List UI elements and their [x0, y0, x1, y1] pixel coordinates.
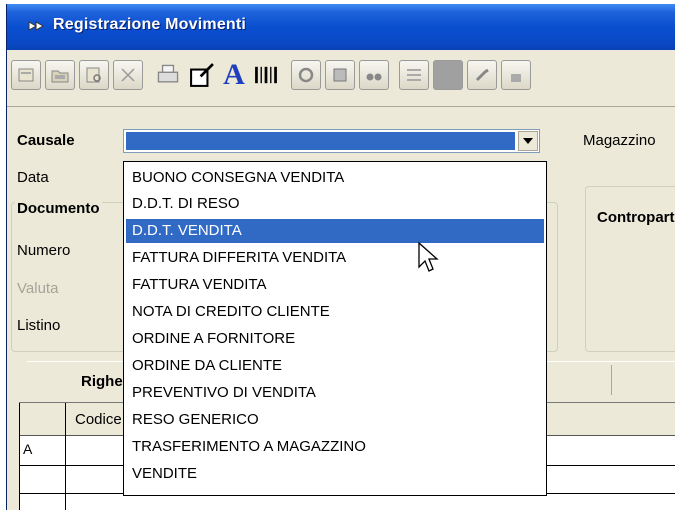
- listino-label: Listino: [17, 317, 61, 334]
- toolbar-divider: [7, 106, 675, 107]
- chevron-down-icon[interactable]: [518, 131, 538, 151]
- numero-label: Numero: [17, 242, 71, 259]
- dropdown-option[interactable]: FATTURA DIFFERITA VENDITA: [126, 246, 544, 270]
- tab-divider: [611, 365, 612, 395]
- causale-label: Causale: [17, 132, 75, 149]
- font-glyph: A: [223, 58, 245, 91]
- grid-column-codice: Codice: [75, 411, 122, 428]
- edit-icon[interactable]: [187, 60, 217, 90]
- magazzino-label: Magazzino: [583, 132, 656, 149]
- causale-dropdown-list[interactable]: BUONO CONSEGNA VENDITA D.D.T. DI RESO D.…: [123, 161, 547, 496]
- lock-icon[interactable]: [501, 60, 531, 90]
- mouse-cursor-icon: [417, 241, 441, 275]
- barcode-icon[interactable]: [251, 60, 281, 90]
- valuta-label: Valuta: [17, 280, 59, 297]
- documento-group-label: Documento: [15, 200, 102, 217]
- dropdown-option[interactable]: ORDINE A FORNITORE: [126, 327, 544, 351]
- new-doc-icon[interactable]: [11, 60, 41, 90]
- binoculars-icon[interactable]: [359, 60, 389, 90]
- list-icon[interactable]: [399, 60, 429, 90]
- causale-combo[interactable]: [123, 129, 540, 153]
- dropdown-option-highlighted[interactable]: D.D.T. VENDITA: [126, 219, 544, 243]
- dropdown-option[interactable]: FATTURA VENDITA: [126, 273, 544, 297]
- dropdown-option[interactable]: TRASFERIMENTO A MAGAZZINO: [126, 435, 544, 459]
- find-doc-icon[interactable]: [79, 60, 109, 90]
- hammer-icon[interactable]: [467, 60, 497, 90]
- refresh-icon[interactable]: [291, 60, 321, 90]
- title-bar[interactable]: Registrazione Movimenti: [7, 4, 675, 50]
- dropdown-option[interactable]: VENDITE: [126, 462, 544, 486]
- window-title: Registrazione Movimenti: [53, 16, 247, 33]
- font-icon[interactable]: A: [219, 60, 249, 90]
- data-label: Data: [17, 169, 49, 186]
- app-icon: [27, 16, 47, 36]
- dropdown-option[interactable]: D.D.T. DI RESO: [126, 192, 544, 216]
- tab-righe[interactable]: Righe: [81, 373, 123, 390]
- dropdown-option[interactable]: BUONO CONSEGNA VENDITA: [126, 166, 544, 190]
- grid-row-marker: A: [23, 441, 33, 457]
- main-window: Registrazione Movimenti A Causale Magazz…: [6, 4, 675, 510]
- export-icon[interactable]: [325, 60, 355, 90]
- dropdown-option[interactable]: ORDINE DA CLIENTE: [126, 354, 544, 378]
- causale-selected-value: [126, 132, 515, 150]
- delete-icon[interactable]: [113, 60, 143, 90]
- grid-icon[interactable]: [433, 60, 463, 90]
- toolbar: A: [7, 50, 675, 106]
- dropdown-option[interactable]: RESO GENERICO: [126, 408, 544, 432]
- open-folder-icon[interactable]: [45, 60, 75, 90]
- contropartita-group-label: Contropartita: [597, 209, 675, 226]
- print-icon[interactable]: [153, 60, 183, 90]
- dropdown-option[interactable]: NOTA DI CREDITO CLIENTE: [126, 300, 544, 324]
- dropdown-option[interactable]: PREVENTIVO DI VENDITA: [126, 381, 544, 405]
